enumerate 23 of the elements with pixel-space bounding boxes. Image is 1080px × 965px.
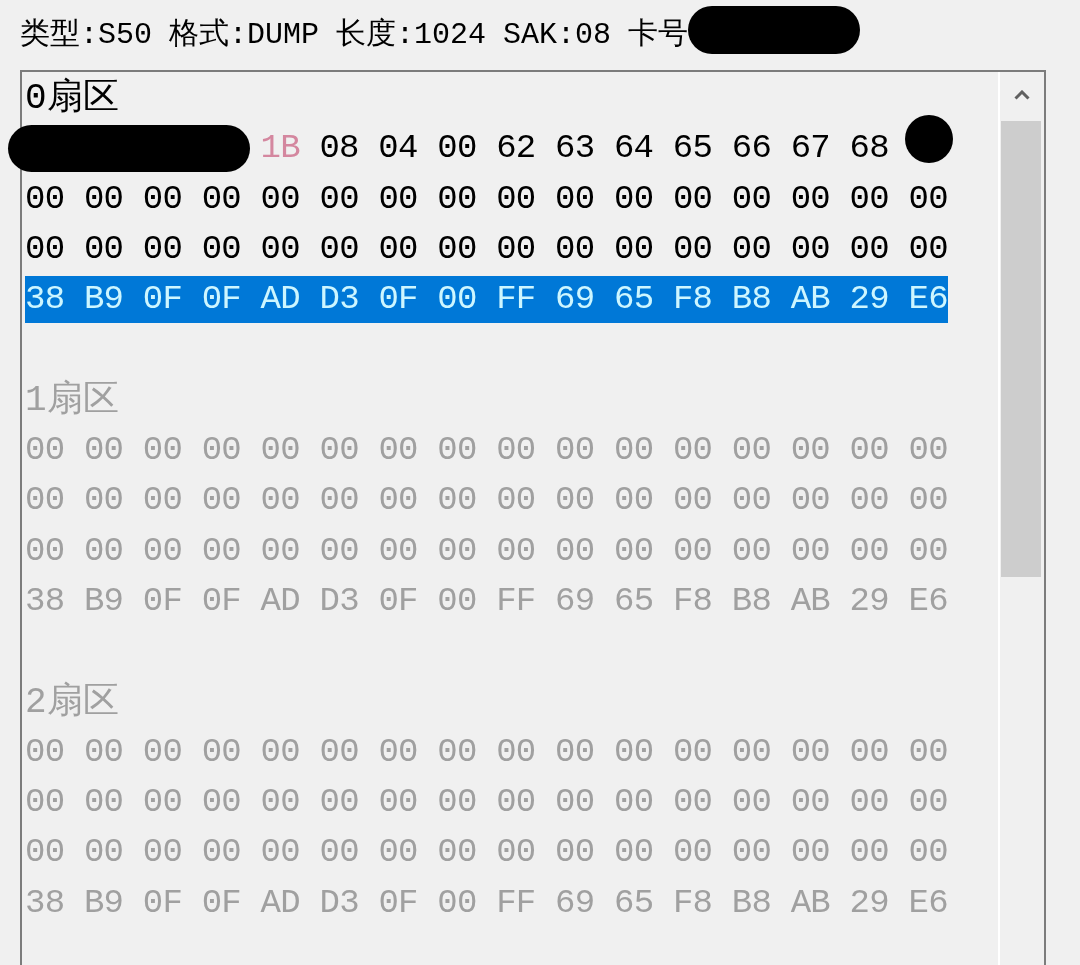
highlighted-byte: 1B bbox=[260, 128, 300, 170]
sector-label: 1扇区 bbox=[25, 378, 119, 423]
hex-row[interactable]: 38 B9 0F 0F AD D3 0F 00 FF 69 65 F8 B8 AB 29 E6 bbox=[25, 276, 948, 324]
hex-row[interactable]: 00 00 00 00 00 00 00 00 00 00 00 00 00 00 00 00 bbox=[25, 225, 948, 273]
hex-row[interactable]: 00 00 00 00 00 00 00 00 00 00 00 00 00 00 00 00 bbox=[25, 477, 948, 525]
hex-row[interactable]: 38 B9 0F 0F AD D3 0F 00 FF 69 65 F8 B8 AB 29 E6 bbox=[25, 879, 948, 927]
hex-row[interactable]: 00 00 00 00 00 00 00 00 00 00 00 00 00 00 00 00 bbox=[25, 728, 948, 776]
scrollbar-thumb[interactable] bbox=[1001, 121, 1041, 577]
sector-label: 2扇区 bbox=[25, 680, 119, 725]
info-label: 格式:DUMP bbox=[169, 17, 320, 53]
info-label: 卡号 bbox=[628, 17, 689, 53]
info-label: 类型:S50 bbox=[20, 17, 152, 53]
hex-bytes: 08 04 00 62 63 64 65 66 67 68 bbox=[319, 128, 889, 170]
info-label: 长度:1024 bbox=[336, 17, 487, 53]
chevron-up-icon bbox=[1014, 90, 1030, 100]
hex-row[interactable]: 00 00 00 00 00 00 00 00 00 00 00 00 00 00 00 00 bbox=[25, 829, 948, 877]
sector-label: 0扇区 bbox=[25, 76, 119, 121]
hex-row[interactable]: 38 B9 0F 0F AD D3 0F 00 FF 69 65 F8 B8 AB 29 E6 bbox=[25, 577, 948, 625]
info-label: SAK:08 bbox=[503, 17, 612, 53]
hex-row[interactable]: 00 00 00 00 00 00 00 00 00 00 00 00 00 00 00 00 bbox=[25, 427, 948, 475]
hex-row[interactable]: 00 00 00 00 00 00 00 00 00 00 00 00 00 00 00 00 bbox=[25, 527, 948, 575]
hex-row[interactable]: 00 00 00 00 00 00 00 00 00 00 00 00 00 00 00 00 bbox=[25, 175, 948, 223]
hex-row[interactable]: 00 00 00 00 00 00 00 00 00 00 00 00 00 00 00 00 bbox=[25, 779, 948, 827]
